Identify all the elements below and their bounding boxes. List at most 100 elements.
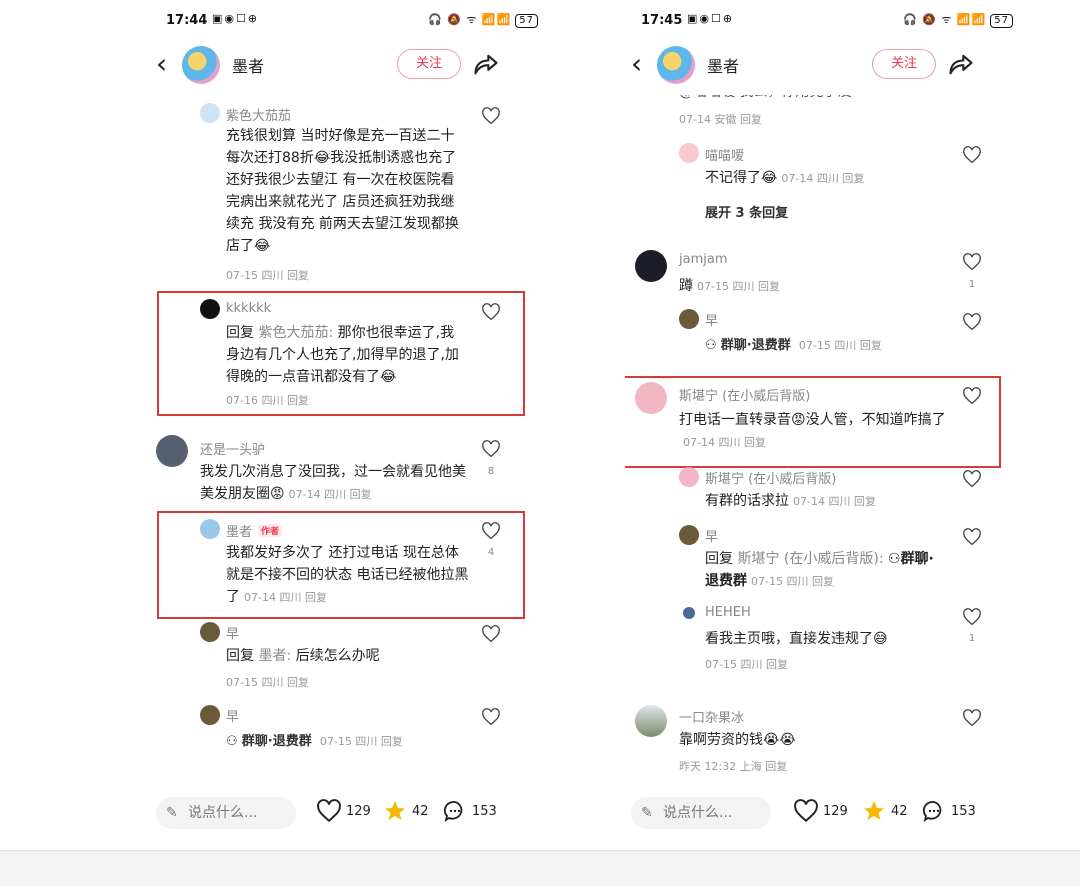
commenter-avatar[interactable] [200,622,220,642]
notification-icons: ▣◉☐⊕ [687,12,735,25]
comment-text: 充钱很划算 当时好像是充一百送二十每次还打88折😂我没抵制诱惑也充了 还好我很少… [226,128,459,254]
comment-meta[interactable]: 07-15 四川 回复 [705,656,788,672]
heart-icon[interactable] [481,522,501,540]
commenter-avatar[interactable] [679,143,699,163]
comment-meta[interactable]: 07-14 四川 回复 [289,488,372,501]
commenter-name[interactable]: jamjam [679,252,727,267]
follow-button[interactable]: 关注 [872,49,936,79]
commenter-name[interactable]: kkkkkk [226,301,271,316]
favorite-button[interactable]: 42 [861,799,908,823]
heart-icon[interactable] [962,709,982,727]
commenter-avatar[interactable] [200,519,220,539]
comment-meta[interactable]: 07-14 四川 回复 [683,436,766,449]
heart-icon[interactable] [481,708,501,726]
heart-icon[interactable] [962,253,982,271]
expand-replies-button[interactable]: 展开 3 条回复 [705,202,788,221]
status-time: 17:44 [166,13,208,28]
commenter-avatar[interactable] [679,525,699,545]
like-count: 1 [968,633,976,644]
comment-text: 不记得了😂 07-14 四川 回复 [705,170,865,186]
comment-meta[interactable]: 07-15 四川 回复 [226,674,309,690]
heart-icon[interactable] [962,608,982,626]
comments-button[interactable]: 153 [442,799,497,823]
commenter-avatar[interactable] [200,705,220,725]
reply-to-user[interactable]: 斯堪宁 (在小威后背版): [737,551,883,567]
heart-icon[interactable] [962,470,982,488]
commenter-name[interactable]: HEHEH [705,605,751,620]
commenter-avatar[interactable] [679,467,699,487]
like-button[interactable]: 129 [316,799,371,823]
commenter-avatar[interactable] [200,299,220,319]
group-icon: ⚇ [888,551,901,567]
commenter-name[interactable]: 一口杂果冰 [679,707,744,726]
heart-icon[interactable] [481,107,501,125]
commenter-name[interactable]: 喵喵嗳 [705,145,744,164]
author-avatar[interactable] [182,46,220,84]
back-icon[interactable]: ‹ [631,50,642,78]
group-chat-link[interactable]: ⚇ 群聊·退费群 07-15 四川 回复 [226,730,403,749]
share-icon[interactable] [472,50,500,78]
comment-meta[interactable]: 07-14 四川 回复 [793,495,876,508]
reply-to-user[interactable]: 墨者: [258,648,291,664]
like-button[interactable]: 129 [793,799,848,823]
status-bar: 17:45 ▣◉☐⊕ 🎧 🔕 ᯤ 📶📶 57 [625,10,1025,32]
commenter-avatar[interactable] [683,607,695,619]
heart-icon[interactable] [481,625,501,643]
heart-icon[interactable] [962,528,982,546]
comment-meta[interactable]: 07-14 四川 回复 [244,591,327,604]
star-icon [385,801,405,820]
commenter-name[interactable]: 早 [226,623,239,642]
battery-indicator: 57 [515,14,538,28]
comment-meta[interactable]: 07-16 四川 回复 [226,392,309,408]
left-screenshot: 17:44 ▣◉☐⊕ 🎧 🔕 ᯤ 📶📶 57 ‹ 墨者 关注 紫色大茄茄 充钱很划… [150,0,550,850]
comment-meta[interactable]: 07-14 四川 回复 [781,172,864,185]
commenter-avatar[interactable] [679,309,699,329]
commenter-avatar[interactable] [156,435,188,467]
comment-meta[interactable]: 07-15 四川 回复 [697,280,780,293]
group-icon: ⚇ [705,338,717,353]
heart-icon[interactable] [962,146,982,164]
commenter-avatar[interactable] [635,705,667,737]
comment-meta[interactable]: 07-15 四川 回复 [320,735,403,748]
heart-icon[interactable] [962,387,982,405]
comment-input[interactable]: ✎ 说点什么... [156,797,296,829]
author-name[interactable]: 墨者 [232,53,264,77]
commenter-avatar[interactable] [635,250,667,282]
commenter-name[interactable]: 早 [705,310,718,329]
commenter-name[interactable]: 斯堪宁 (在小威后背版) [679,385,810,404]
comment-meta[interactable]: 07-15 四川 回复 [751,575,834,588]
commenter-avatar[interactable] [200,103,220,123]
comments-button[interactable]: 153 [921,799,976,823]
heart-icon[interactable] [481,440,501,458]
back-icon[interactable]: ‹ [156,50,167,78]
commenter-name[interactable]: 早 [705,526,718,545]
commenter-avatar[interactable] [635,382,667,414]
reply-prefix: 回复 [226,648,254,664]
commenter-name[interactable]: 斯堪宁 (在小威后背版) [705,468,836,487]
share-icon[interactable] [947,50,975,78]
commenter-name[interactable]: 紫色大茄茄 [226,105,291,124]
comment-meta[interactable]: 昨天 12:32 上海 回复 [679,758,787,774]
status-time: 17:45 [641,13,683,28]
commenter-name[interactable]: 早 [226,706,239,725]
reply-text: 回复 墨者: 后续怎么办呢 [226,645,476,667]
follow-button[interactable]: 关注 [397,49,461,79]
comment-list: @喵喵嗳 我么，你用完了没 07-14 安徽 回复 喵喵嗳 不记得了😂07-14… [625,95,1025,785]
author-avatar[interactable] [657,46,695,84]
group-chat-link[interactable]: ⚇ 群聊·退费群 07-15 四川 回复 [705,334,882,353]
favorite-button[interactable]: 42 [382,799,429,823]
heart-icon[interactable] [962,313,982,331]
comment-meta[interactable]: 07-15 四川 回复 [226,267,309,283]
system-icons: 🎧 🔕 ᯤ 📶📶 57 [903,12,1013,28]
post-header: ‹ 墨者 关注 [150,40,550,90]
commenter-name[interactable]: 墨者 作者 [226,521,283,540]
heart-icon[interactable] [481,303,501,321]
status-bar: 17:44 ▣◉☐⊕ 🎧 🔕 ᯤ 📶📶 57 [150,10,550,32]
comment-meta[interactable]: 07-15 四川 回复 [799,339,882,352]
reply-to-user[interactable]: 紫色大茄茄: [258,325,333,341]
pencil-icon: ✎ [641,805,653,821]
comment-meta[interactable]: 07-14 安徽 回复 [679,111,762,127]
comment-input[interactable]: ✎ 说点什么... [631,797,771,829]
commenter-name[interactable]: 还是一头驴 [200,439,265,458]
author-name[interactable]: 墨者 [707,53,739,77]
